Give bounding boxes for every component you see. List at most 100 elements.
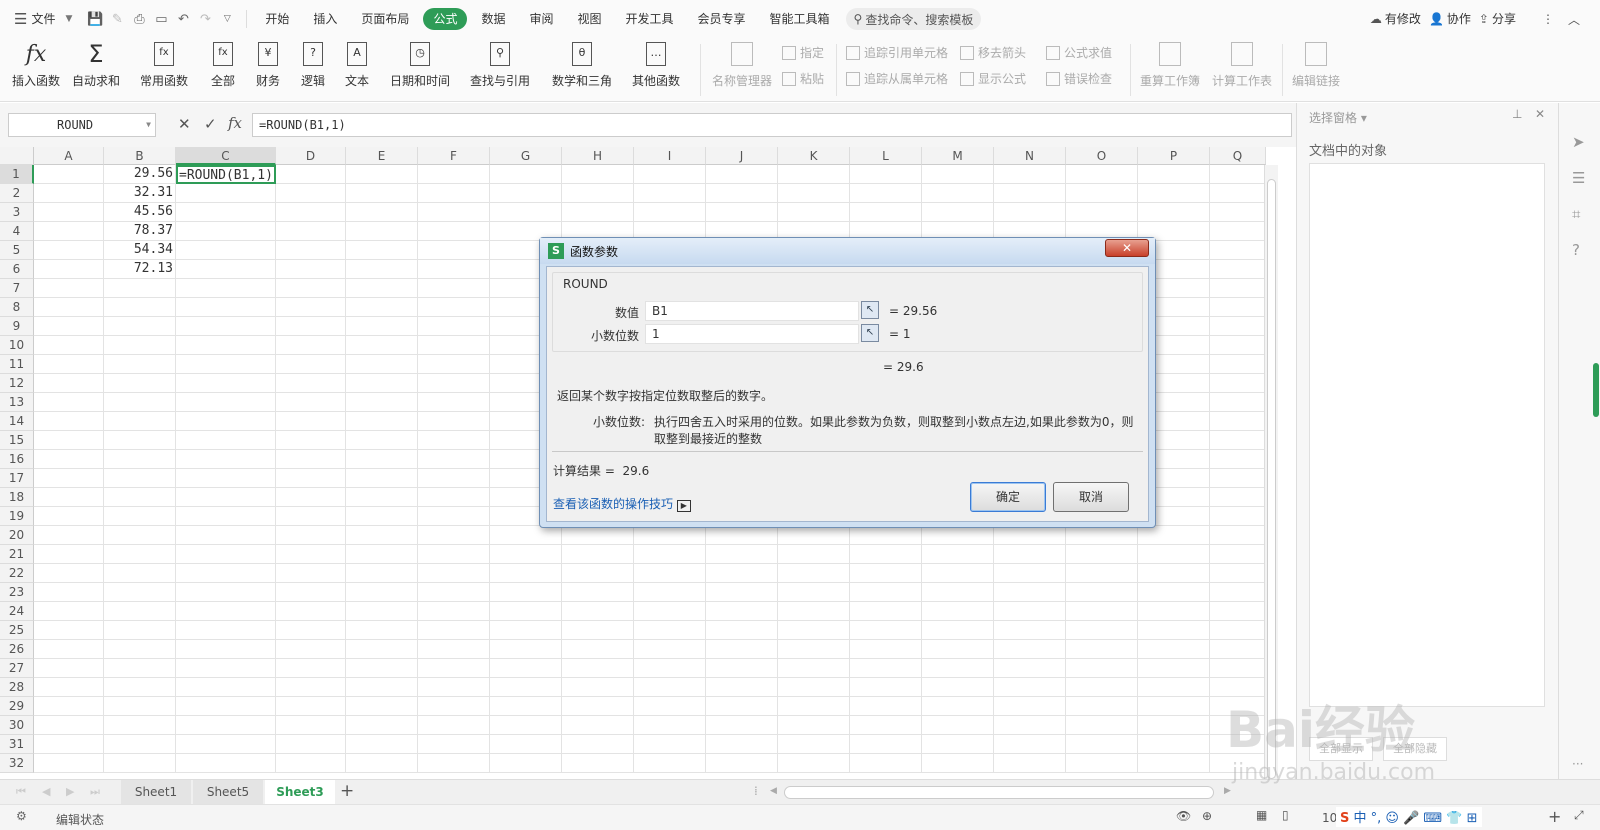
search-box[interactable]: ⚲ 查找命令、搜索模板	[845, 8, 982, 30]
trace-precedents-button[interactable]: 追踪引用单元格	[846, 44, 948, 61]
cell-m32[interactable]	[922, 754, 994, 773]
check-icon[interactable]: ✓	[204, 115, 217, 133]
close-icon[interactable]: ✕	[1535, 107, 1545, 121]
formula-input[interactable]: =ROUND(B1,1)	[252, 113, 1292, 137]
recalc-workbook-button[interactable]: 重算工作簿	[1140, 40, 1200, 89]
cell-q23[interactable]	[1210, 583, 1266, 602]
cell-a15[interactable]	[34, 431, 104, 450]
name-box[interactable]: ROUND ▼	[8, 113, 156, 137]
chevron-down-icon[interactable]: ▼	[65, 14, 72, 24]
cell-d26[interactable]	[276, 640, 346, 659]
cell-k28[interactable]	[778, 678, 850, 697]
cell-a17[interactable]	[34, 469, 104, 488]
cell-b9[interactable]	[104, 317, 176, 336]
cell-d2[interactable]	[276, 184, 346, 203]
cell-q14[interactable]	[1210, 412, 1266, 431]
datetime-button[interactable]: ◷ 日期和时间	[390, 40, 450, 89]
calc-sheet-button[interactable]: 计算工作表	[1212, 40, 1272, 89]
cell-a23[interactable]	[34, 583, 104, 602]
trace-dependents-button[interactable]: 追踪从属单元格	[846, 70, 948, 87]
cell-f26[interactable]	[418, 640, 490, 659]
cell-h21[interactable]	[562, 545, 634, 564]
cell-f17[interactable]	[418, 469, 490, 488]
cell-g1[interactable]	[490, 165, 562, 184]
cell-b12[interactable]	[104, 374, 176, 393]
evaluate-formula-button[interactable]: 公式求值	[1046, 44, 1112, 61]
cell-d17[interactable]	[276, 469, 346, 488]
cancel-icon[interactable]: ✕	[178, 115, 191, 133]
cell-k30[interactable]	[778, 716, 850, 735]
financial-button[interactable]: ¥ 财务	[255, 40, 281, 89]
cell-j20[interactable]	[706, 526, 778, 545]
cell-g22[interactable]	[490, 564, 562, 583]
cell-c12[interactable]	[176, 374, 276, 393]
cell-k23[interactable]	[778, 583, 850, 602]
cell-d22[interactable]	[276, 564, 346, 583]
cell-c8[interactable]	[176, 298, 276, 317]
cell-b28[interactable]	[104, 678, 176, 697]
cell-q12[interactable]	[1210, 374, 1266, 393]
cell-p2[interactable]	[1138, 184, 1210, 203]
vertical-scroll-thumb[interactable]	[1267, 179, 1276, 779]
paste-names-button[interactable]: 粘贴	[782, 70, 824, 87]
show-formulas-button[interactable]: 显示公式	[960, 70, 1026, 87]
cell-g24[interactable]	[490, 602, 562, 621]
cell-j22[interactable]	[706, 564, 778, 583]
cell-d5[interactable]	[276, 241, 346, 260]
cell-p30[interactable]	[1138, 716, 1210, 735]
cell-q5[interactable]	[1210, 241, 1266, 260]
sheet-tab-active[interactable]: Sheet3	[265, 780, 335, 804]
cell-c18[interactable]	[176, 488, 276, 507]
cell-d14[interactable]	[276, 412, 346, 431]
cell-j25[interactable]	[706, 621, 778, 640]
cell-q21[interactable]	[1210, 545, 1266, 564]
cell-b4[interactable]: 78.37	[104, 222, 176, 241]
cell-g25[interactable]	[490, 621, 562, 640]
cell-o2[interactable]	[1066, 184, 1138, 203]
cell-l24[interactable]	[850, 602, 922, 621]
undo-icon[interactable]: ↶	[173, 9, 193, 29]
cell-p27[interactable]	[1138, 659, 1210, 678]
cell-g3[interactable]	[490, 203, 562, 222]
cell-h22[interactable]	[562, 564, 634, 583]
scroll-left-icon[interactable]: ◀	[770, 786, 777, 796]
cell-d9[interactable]	[276, 317, 346, 336]
cell-l26[interactable]	[850, 640, 922, 659]
column-header-k[interactable]: K	[778, 147, 850, 165]
cell-b19[interactable]	[104, 507, 176, 526]
column-header-j[interactable]: J	[706, 147, 778, 165]
cell-c14[interactable]	[176, 412, 276, 431]
column-header-e[interactable]: E	[346, 147, 418, 165]
cell-n31[interactable]	[994, 735, 1066, 754]
cell-g28[interactable]	[490, 678, 562, 697]
cell-i26[interactable]	[634, 640, 706, 659]
cell-f30[interactable]	[418, 716, 490, 735]
cell-b1[interactable]: 29.56	[104, 165, 176, 184]
cell-q10[interactable]	[1210, 336, 1266, 355]
cell-f28[interactable]	[418, 678, 490, 697]
cell-f5[interactable]	[418, 241, 490, 260]
specify-button[interactable]: 指定	[782, 44, 824, 61]
cell-h27[interactable]	[562, 659, 634, 678]
cell-b16[interactable]	[104, 450, 176, 469]
pin-icon[interactable]: ⊥	[1512, 107, 1522, 121]
cell-h32[interactable]	[562, 754, 634, 773]
cell-i30[interactable]	[634, 716, 706, 735]
cell-a30[interactable]	[34, 716, 104, 735]
cell-d15[interactable]	[276, 431, 346, 450]
cell-l21[interactable]	[850, 545, 922, 564]
objects-list[interactable]	[1309, 163, 1545, 707]
cell-q9[interactable]	[1210, 317, 1266, 336]
cell-a31[interactable]	[34, 735, 104, 754]
cell-g20[interactable]	[490, 526, 562, 545]
cell-p26[interactable]	[1138, 640, 1210, 659]
cell-c30[interactable]	[176, 716, 276, 735]
cell-l30[interactable]	[850, 716, 922, 735]
column-header-n[interactable]: N	[994, 147, 1066, 165]
cell-h31[interactable]	[562, 735, 634, 754]
cell-g32[interactable]	[490, 754, 562, 773]
cell-a25[interactable]	[34, 621, 104, 640]
cell-f22[interactable]	[418, 564, 490, 583]
row-header[interactable]: 14	[0, 412, 34, 431]
cell-e3[interactable]	[346, 203, 418, 222]
